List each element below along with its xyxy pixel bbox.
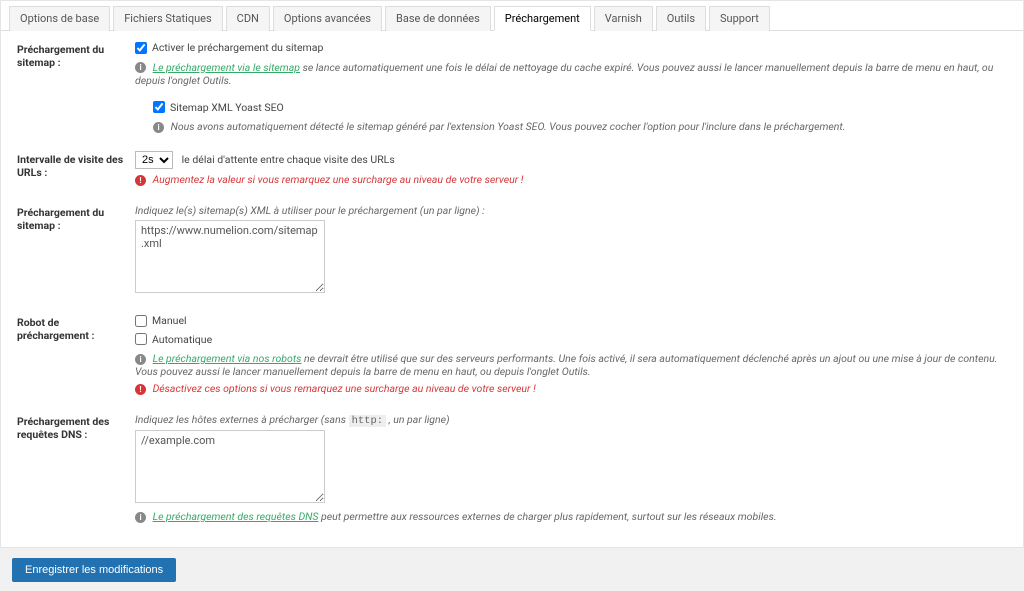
- row-content: Indiquez les hôtes externes à précharger…: [135, 413, 1007, 523]
- sitemap-textarea[interactable]: [135, 220, 325, 293]
- sitemap-hint: Indiquez le(s) sitemap(s) XML à utiliser…: [135, 204, 1007, 217]
- tab-base-donnees[interactable]: Base de données: [385, 6, 491, 31]
- hint-post: , un par ligne): [386, 413, 450, 426]
- settings-panel: Options de base Fichiers Statiques CDN O…: [0, 0, 1024, 548]
- form-area: Préchargement du sitemap : Activer le pr…: [1, 31, 1023, 547]
- tab-options-avancees[interactable]: Options avancées: [273, 6, 382, 31]
- checkbox-auto-input[interactable]: [135, 333, 147, 345]
- desc-text: Nous avons automatiquement détecté le si…: [171, 120, 846, 133]
- checkbox-manuel[interactable]: Manuel: [135, 314, 187, 327]
- row-label: Préchargement des requêtes DNS :: [17, 413, 135, 441]
- tab-fichiers-statiques[interactable]: Fichiers Statiques: [113, 6, 222, 31]
- row-content: Indiquez le(s) sitemap(s) XML à utiliser…: [135, 204, 1007, 296]
- warning-icon: !: [135, 384, 146, 395]
- checkbox-activate-sitemap-input[interactable]: [135, 42, 147, 54]
- row-label: Robot de préchargement :: [17, 314, 135, 342]
- checkbox-label: Automatique: [152, 333, 212, 346]
- checkbox-yoast-sitemap-input[interactable]: [153, 101, 165, 113]
- info-icon: i: [135, 354, 146, 365]
- hint-pre: Indiquez les hôtes externes à précharger…: [135, 413, 349, 426]
- row-sitemap-preload: Préchargement du sitemap : Activer le pr…: [17, 41, 1007, 133]
- row-interval: Intervalle de visite des URLs : 2s le dé…: [17, 151, 1007, 186]
- desc-dns: i Le préchargement des requêtes DNS peut…: [135, 510, 1007, 523]
- sub-block-yoast: Sitemap XML Yoast SEO i Nous avons autom…: [153, 101, 1007, 134]
- checkbox-auto[interactable]: Automatique: [135, 333, 212, 346]
- row-content: 2s le délai d'attente entre chaque visit…: [135, 151, 1007, 186]
- row-content: Manuel Automatique i Le préchargement vi…: [135, 314, 1007, 395]
- dns-hint: Indiquez les hôtes externes à précharger…: [135, 413, 1007, 427]
- tab-varnish[interactable]: Varnish: [594, 6, 653, 31]
- checkbox-activate-sitemap[interactable]: Activer le préchargement du sitemap: [135, 41, 323, 54]
- checkbox-label: Sitemap XML Yoast SEO: [170, 101, 284, 114]
- robot-warning: ! Désactivez ces options si vous remarqu…: [135, 382, 1007, 395]
- row-dns: Préchargement des requêtes DNS : Indique…: [17, 413, 1007, 523]
- info-icon: i: [153, 122, 164, 133]
- dns-textarea[interactable]: [135, 430, 325, 503]
- warning-text: Augmentez la valeur si vous remarquez un…: [153, 173, 524, 186]
- row-label: Préchargement du sitemap :: [17, 204, 135, 232]
- interval-warning: ! Augmentez la valeur si vous remarquez …: [135, 173, 1007, 186]
- checkbox-label: Activer le préchargement du sitemap: [152, 41, 323, 54]
- checkbox-yoast-sitemap[interactable]: Sitemap XML Yoast SEO: [153, 101, 284, 114]
- tab-options-base[interactable]: Options de base: [9, 6, 110, 31]
- desc-text: peut permettre aux ressources externes d…: [318, 510, 776, 523]
- info-icon: i: [135, 62, 146, 73]
- tabs-nav: Options de base Fichiers Statiques CDN O…: [1, 1, 1023, 31]
- tab-outils[interactable]: Outils: [656, 6, 706, 31]
- row-label: Préchargement du sitemap :: [17, 41, 135, 69]
- warning-icon: !: [135, 175, 146, 186]
- row-robot: Robot de préchargement : Manuel Automati…: [17, 314, 1007, 395]
- desc-robot: i Le préchargement via nos robots ne dev…: [135, 352, 1007, 378]
- save-button[interactable]: Enregistrer les modifications: [12, 558, 176, 582]
- row-label: Intervalle de visite des URLs :: [17, 151, 135, 179]
- submit-row: Enregistrer les modifications: [0, 548, 1024, 591]
- row-sitemap-urls: Préchargement du sitemap : Indiquez le(s…: [17, 204, 1007, 296]
- checkbox-label: Manuel: [152, 314, 187, 327]
- info-icon: i: [135, 512, 146, 523]
- link-prechargement-sitemap[interactable]: Le préchargement via le sitemap: [153, 61, 300, 74]
- tab-support[interactable]: Support: [709, 6, 770, 31]
- row-content: Activer le préchargement du sitemap i Le…: [135, 41, 1007, 133]
- link-dns[interactable]: Le préchargement des requêtes DNS: [153, 510, 319, 523]
- tab-prechargement[interactable]: Préchargement: [494, 6, 591, 31]
- desc-activate-sitemap: i Le préchargement via le sitemap se lan…: [135, 61, 1007, 87]
- warning-text: Désactivez ces options si vous remarquez…: [153, 382, 536, 395]
- tab-cdn[interactable]: CDN: [226, 6, 270, 31]
- checkbox-manuel-input[interactable]: [135, 315, 147, 327]
- interval-desc: le délai d'attente entre chaque visite d…: [182, 153, 395, 166]
- interval-select[interactable]: 2s: [135, 151, 173, 169]
- hint-code: http:: [349, 415, 387, 427]
- desc-yoast: i Nous avons automatiquement détecté le …: [153, 120, 1007, 133]
- link-robot[interactable]: Le préchargement via nos robots: [153, 352, 302, 365]
